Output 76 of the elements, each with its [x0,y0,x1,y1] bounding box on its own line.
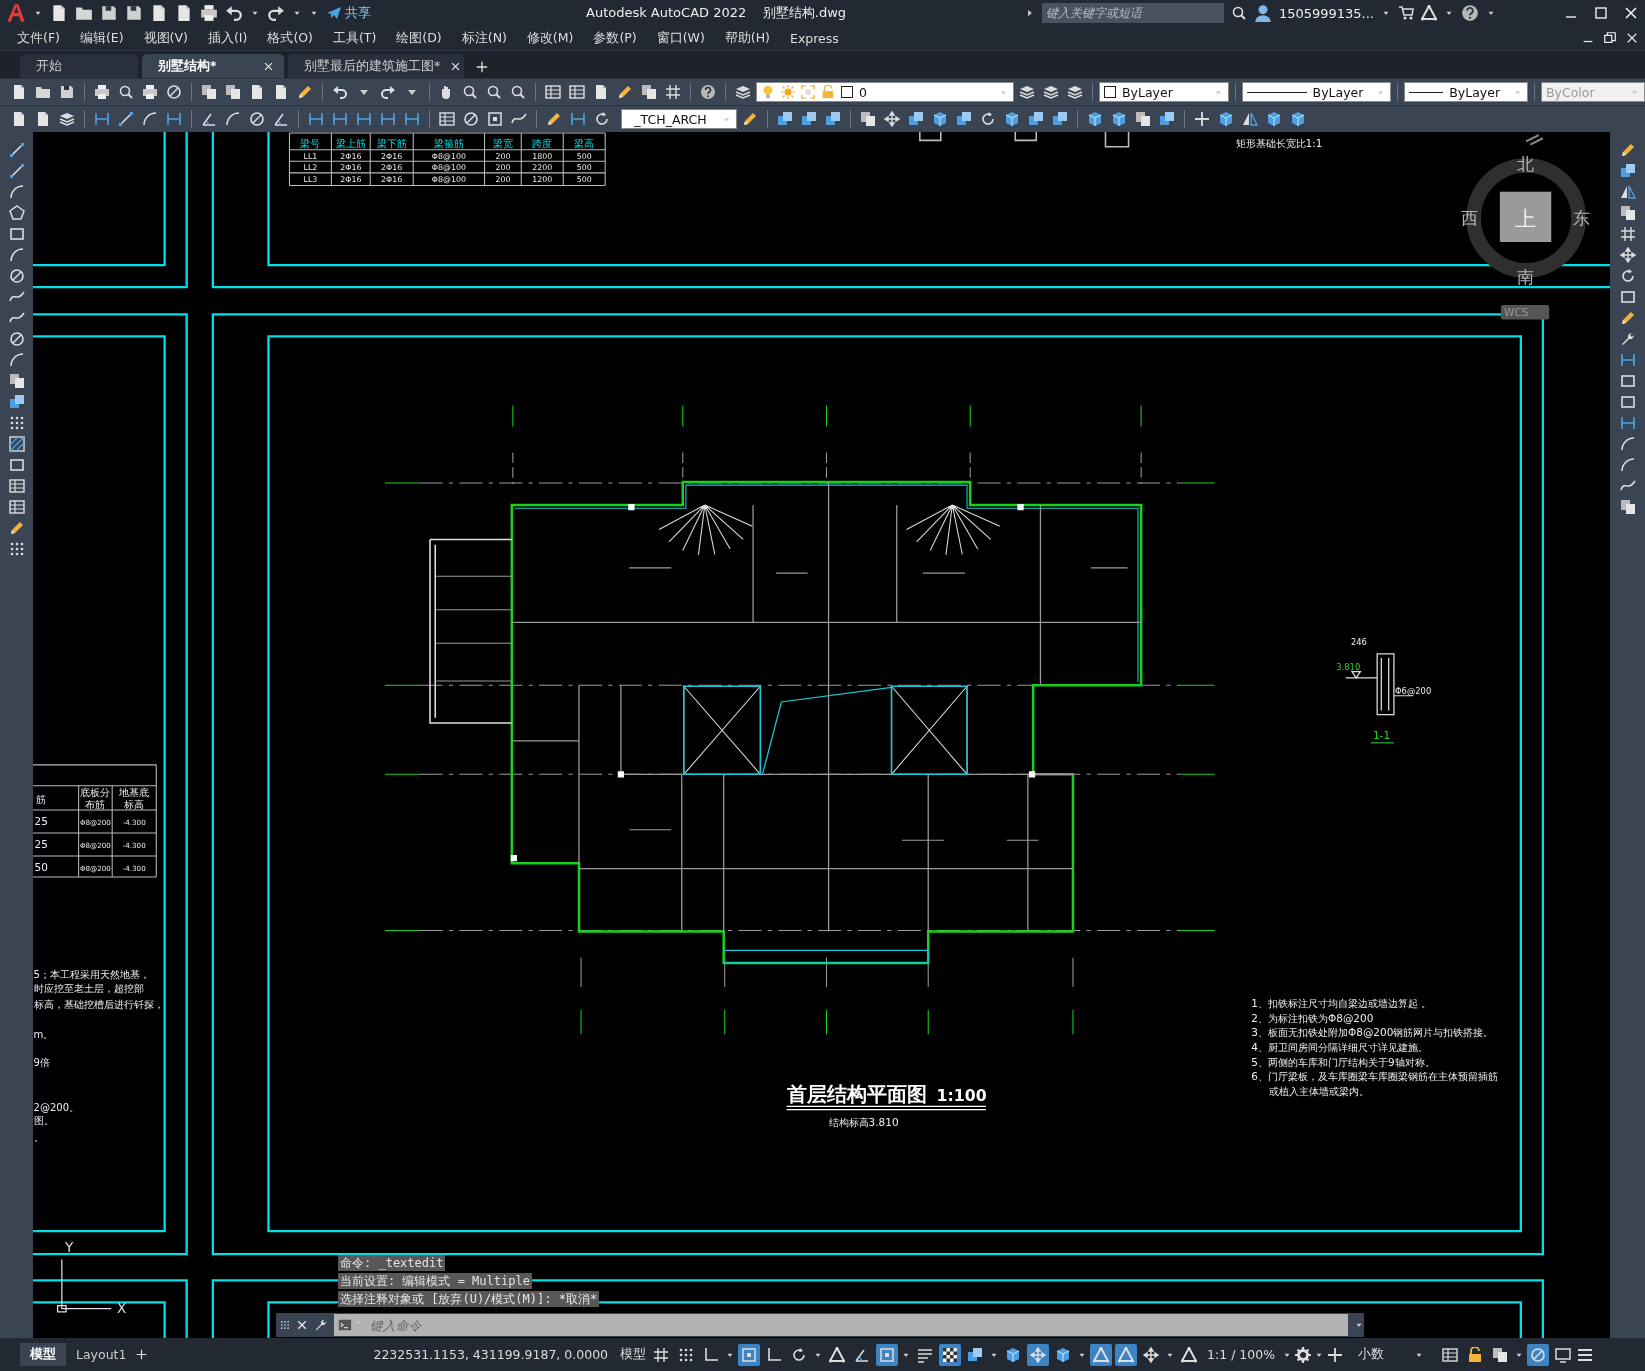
compass-label: 北 [1516,153,1534,174]
note-text: 5；本工程采用天然地基， [33,968,150,980]
note-text: 5、两侧的车库和门厅结构关于9轴对称。 [1251,1055,1435,1068]
layout-tab[interactable]: Layout1 [66,1344,137,1365]
menu-item[interactable]: 工具(T) [332,29,377,47]
table-header: 地基底标高 [119,786,150,810]
menu-item[interactable]: 文件(F) [17,29,60,47]
note-text: 2@200。 [33,1101,80,1113]
coordinates-readout: 2232531.1153, 431199.9187, 0.0000 [373,1347,609,1362]
elevation-label: 3.810 [1336,661,1361,672]
drawing-scale: 1:100 [936,1086,987,1106]
command-input[interactable]: 键入命令 [334,1314,1348,1336]
search-field[interactable]: 键入关键字或短语 [1041,3,1224,23]
elevation-label: 结构标高3.810 [828,1116,899,1129]
note-text: 9倍 [33,1056,50,1068]
layout-tab[interactable]: 模型 [20,1343,66,1366]
table-header: 梁高 [574,136,595,149]
menu-item[interactable]: 修改(M) [526,29,574,47]
table-cell: 25 [34,837,48,850]
menu-item[interactable]: 视图(V) [143,29,188,47]
dimension-text: 246 [1350,637,1367,648]
compass-label: 南 [1516,266,1534,287]
note-text: 3、板面无扣铁处附加Φ8@200钢筋网片与扣铁搭接。 [1251,1026,1494,1039]
note-text: 或植入主体墙或梁内。 [1269,1084,1370,1097]
window-title: Autodesk AutoCAD 2022 别墅结构.dwg [586,4,847,22]
table-header: 梁上筋 [335,136,366,149]
note-text: 1、扣铁标注尺寸均自梁边或墙边算起 。 [1251,996,1432,1009]
menu-item[interactable]: Express [790,30,839,46]
linetype-dropdown[interactable]: ByLayer [1241,82,1392,102]
note-text: 6、门厅梁板，及车库圈梁车库圈梁钢筋在主体预留插筋 [1251,1070,1499,1083]
table-header: 梁号 [300,136,321,149]
rebar-label: Φ6@200 [1395,685,1432,696]
menu-item[interactable]: 编辑(E) [79,29,124,47]
layer-dropdown[interactable]: 0 [756,82,1015,102]
view-cube-face: 上 [1515,207,1537,232]
table-header: 跨度 [532,136,553,149]
color-dropdown[interactable]: ByLayer [1098,82,1229,102]
table-header: 梁宽 [492,136,513,149]
text-style-dropdown[interactable]: _TCH_ARCH [621,109,737,129]
units-dropdown[interactable]: 小数 [1352,1346,1431,1363]
menu-item[interactable]: 帮助(H) [724,29,770,47]
note-text: 4、厨卫间房间分隔详细尺寸详见建施。 [1251,1040,1429,1053]
coordinate-system-label: WCS [1504,306,1529,319]
axis-label: Y [65,1239,74,1256]
menu-item[interactable]: 标注(N) [461,29,507,47]
document-tab[interactable]: 开始 [20,54,138,78]
menu-item[interactable]: 窗口(W) [656,29,705,47]
menu-item[interactable]: 插入(I) [207,29,248,47]
section-label: 1-1 [1372,728,1391,741]
axis-label: X [116,1299,127,1316]
annotation-scale[interactable]: 1:1 / 100% [1203,1347,1280,1362]
table-cell: 50 [34,860,48,873]
note-text: 。 [33,1132,44,1143]
share-button[interactable]: 共享 [326,4,371,22]
compass-label: 西 [1460,208,1478,229]
table-cell: 25 [34,814,48,827]
table-header: 筋 [35,792,46,805]
note-text: m。 [33,1029,54,1041]
note-text: 矩形基础长宽比1:1 [1235,136,1323,149]
note-text: 图。 [33,1115,54,1127]
menu-item[interactable]: 参数(P) [593,29,637,47]
document-tab[interactable]: 别墅结构* [142,54,284,78]
space-toggle[interactable]: 模型 [616,1346,651,1363]
note-text: 2、为标注扣铁为Φ8@200 [1251,1011,1374,1024]
drawing-title: 首层结构平面图 [786,1083,927,1107]
document-tab[interactable]: 别墅最后的建筑施工图* [288,54,464,78]
menu-item[interactable]: 绘图(D) [396,29,442,47]
lineweight-dropdown[interactable]: ByLayer [1404,82,1529,102]
note-text: 时应挖至老土层，超挖部 [33,983,144,995]
note-text: 标高，基础挖槽后进行钎探， [33,998,164,1010]
table-header: 底板分布筋 [80,786,111,810]
table-header: 梁下筋 [376,136,407,149]
table-header: 梁箍筋 [433,136,464,149]
menu-item[interactable]: 格式(O) [267,29,313,47]
user-name[interactable]: 1505999135... [1278,5,1374,21]
compass-label: 东 [1573,208,1591,229]
